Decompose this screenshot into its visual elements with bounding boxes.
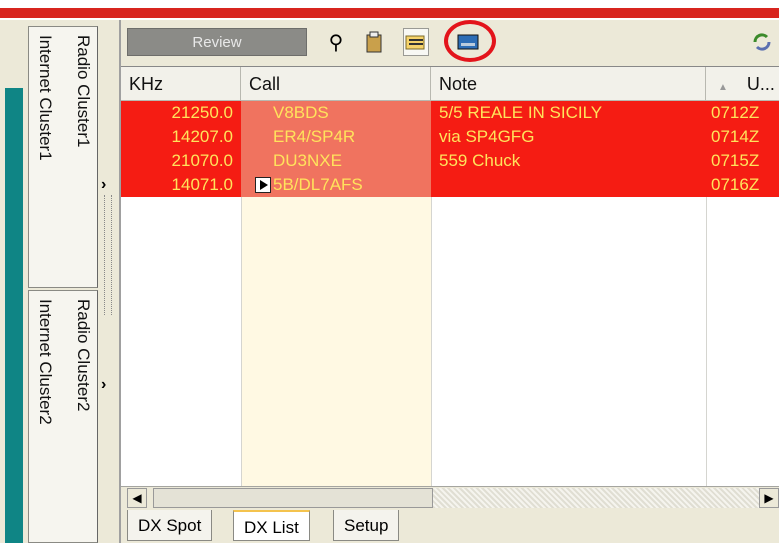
cell-khz: 14071.0 <box>171 175 233 194</box>
folder-icon[interactable] <box>403 28 429 56</box>
tab-setup[interactable]: Setup <box>333 510 400 541</box>
scroll-right-icon[interactable]: ▶ <box>759 488 779 508</box>
cluster1-tab[interactable]: Radio Cluster1 Internet Cluster1 <box>28 26 98 288</box>
teal-strip <box>5 88 23 543</box>
tab-label-radio-cluster1: Radio Cluster1 <box>74 35 93 148</box>
cell-khz: 21250.0 <box>171 103 233 122</box>
tab-dx-list[interactable]: DX List <box>233 510 310 541</box>
cluster2-tab[interactable]: Radio Cluster2 Internet Cluster2 <box>28 290 98 543</box>
cell-utc: 0714Z <box>711 127 760 146</box>
refresh-icon[interactable] <box>747 28 777 56</box>
red-title-line <box>0 8 779 18</box>
toolbar: Review ⚲ <box>121 20 779 66</box>
play-icon[interactable] <box>255 177 271 193</box>
scrollbar-thumb[interactable] <box>153 488 433 508</box>
cell-note: via SP4GFG <box>439 127 535 146</box>
cell-note: 559 Chuck <box>439 151 521 170</box>
cell-note: 5/5 REALE IN SICILY <box>439 103 603 122</box>
highlight-circle <box>444 20 496 62</box>
bottom-tabs: DX Spot DX List Setup <box>121 508 779 543</box>
cell-call: ER4/SP4R <box>273 127 356 146</box>
column-header-call[interactable]: Call <box>241 67 431 101</box>
column-header-khz[interactable]: KHz <box>121 67 241 101</box>
cell-utc: 0712Z <box>711 103 760 122</box>
chevron-right-icon[interactable]: › <box>101 176 106 194</box>
scrollbar-track[interactable] <box>433 488 759 508</box>
cell-note <box>439 173 707 197</box>
column-header-utc-label: U... <box>746 74 775 94</box>
chevron-right-icon[interactable]: › <box>101 376 106 394</box>
main-panel: Review ⚲ KHz Call Note ▲ U... 21250.0 V8… <box>119 20 779 543</box>
cell-utc: 0715Z <box>711 151 760 170</box>
horizontal-scrollbar[interactable]: ◀ ▶ <box>121 486 779 508</box>
column-header-utc[interactable]: ▲ U... <box>706 67 779 101</box>
search-icon[interactable]: ⚲ <box>323 28 349 56</box>
sort-ascending-icon: ▲ <box>718 82 728 93</box>
tab-dx-spot[interactable]: DX Spot <box>127 510 213 541</box>
splitter[interactable]: › › <box>98 20 120 543</box>
tab-label-radio-cluster2: Radio Cluster2 <box>74 299 93 412</box>
table-row[interactable]: 14207.0 ER4/SP4R via SP4GFG 0714Z <box>121 125 779 149</box>
cell-call: V8BDS <box>273 103 329 122</box>
paste-icon[interactable] <box>361 28 387 56</box>
cell-utc: 0716Z <box>711 175 760 194</box>
cell-khz: 14207.0 <box>171 127 233 146</box>
dx-grid: KHz Call Note ▲ U... 21250.0 V8BDS 5/5 R… <box>121 66 779 487</box>
table-row[interactable]: 14071.0 5B/DL7AFS 0716Z <box>121 173 779 197</box>
tab-label-internet-cluster2: Internet Cluster2 <box>36 299 55 425</box>
cell-call: 5B/DL7AFS <box>273 175 363 194</box>
column-header-note[interactable]: Note <box>431 67 706 101</box>
table-row[interactable]: 21250.0 V8BDS 5/5 REALE IN SICILY 0712Z <box>121 101 779 125</box>
splitter-grip[interactable] <box>104 195 112 315</box>
tab-label-internet-cluster1: Internet Cluster1 <box>36 35 55 161</box>
cell-khz: 21070.0 <box>171 151 233 170</box>
cell-call: DU3NXE <box>273 151 342 170</box>
review-button[interactable]: Review <box>127 28 307 56</box>
scroll-left-icon[interactable]: ◀ <box>127 488 147 508</box>
table-row[interactable]: 21070.0 DU3NXE 559 Chuck 0715Z <box>121 149 779 173</box>
